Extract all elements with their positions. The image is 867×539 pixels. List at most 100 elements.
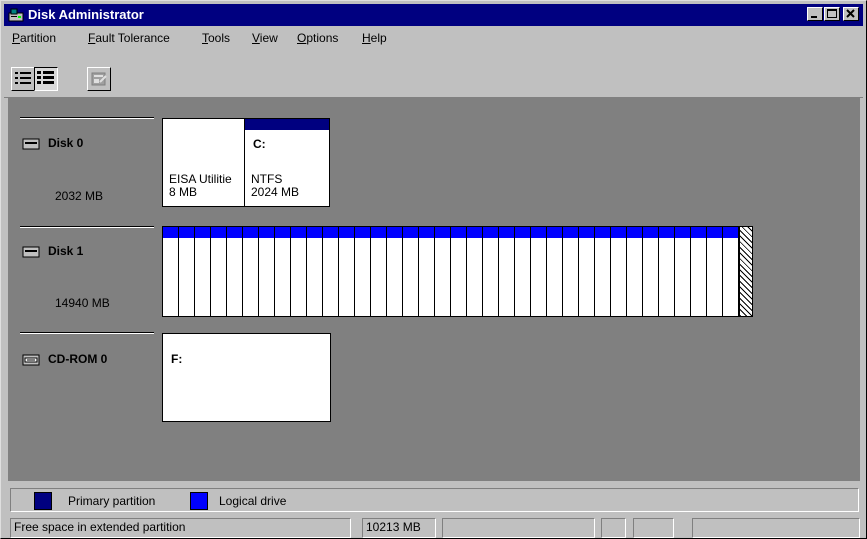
logical-drive-bar <box>339 227 354 238</box>
logical-drive-cell[interactable] <box>659 227 675 316</box>
menu-help[interactable]: Help <box>362 31 387 45</box>
hard-disk-icon <box>22 246 40 258</box>
logical-drive-bar <box>371 227 386 238</box>
logical-drive-bar <box>387 227 402 238</box>
logical-drive-cell[interactable] <box>611 227 627 316</box>
logical-drive-cell[interactable] <box>355 227 371 316</box>
logical-drive-cell[interactable] <box>707 227 723 316</box>
status-description: Free space in extended partition <box>10 518 351 538</box>
properties-button[interactable] <box>87 67 111 91</box>
logical-drive-bar <box>355 227 370 238</box>
logical-drive-cell[interactable] <box>259 227 275 316</box>
close-button[interactable] <box>843 7 859 21</box>
menu-fault-tolerance[interactable]: Fault Tolerance <box>88 31 170 45</box>
logical-drive-bar <box>163 227 178 238</box>
logical-drive-bar <box>291 227 306 238</box>
logical-drive-cell[interactable] <box>163 227 179 316</box>
status-cell-5 <box>633 518 674 538</box>
disk-configuration-view-button[interactable] <box>34 67 58 91</box>
logical-drive-cell[interactable] <box>451 227 467 316</box>
logical-drive-bar <box>563 227 578 238</box>
logical-drive-bar <box>595 227 610 238</box>
logical-drive-cell[interactable] <box>275 227 291 316</box>
status-size: 10213 MB <box>362 518 436 538</box>
disk-1-partition-strip[interactable] <box>162 226 753 317</box>
logical-drive-cell[interactable] <box>387 227 403 316</box>
logical-drive-bar <box>723 227 738 238</box>
primary-partition-label: Primary partition <box>68 494 156 508</box>
logical-drive-cell[interactable] <box>371 227 387 316</box>
logical-drive-cell[interactable] <box>563 227 579 316</box>
logical-drive-cell[interactable] <box>531 227 547 316</box>
disk-administrator-app-icon[interactable] <box>8 7 24 23</box>
partition-eisa-utilities[interactable]: EISA Utilitie 8 MB <box>162 118 245 207</box>
volumes-view-icon <box>15 72 31 84</box>
toolbar <box>4 48 863 98</box>
logical-drive-cell[interactable] <box>339 227 355 316</box>
logical-drive-cell[interactable] <box>291 227 307 316</box>
logical-drive-cell[interactable] <box>467 227 483 316</box>
logical-drive-bar <box>323 227 338 238</box>
volumes-view-button[interactable] <box>11 67 35 91</box>
disk-administrator-window: Disk Administrator Partition Fault Toler… <box>0 0 867 539</box>
menu-tools[interactable]: Tools <box>202 31 230 45</box>
menu-partition[interactable]: Partition <box>12 31 56 45</box>
logical-drive-bar <box>579 227 594 238</box>
logical-drive-cell[interactable] <box>403 227 419 316</box>
logical-drive-cell[interactable] <box>723 227 739 316</box>
maximize-button[interactable] <box>824 7 840 21</box>
logical-drive-bar <box>195 227 210 238</box>
disk-config-view-icon <box>37 71 54 84</box>
logical-drive-cell[interactable] <box>179 227 195 316</box>
logical-drive-bar <box>419 227 434 238</box>
logical-drive-cell[interactable] <box>211 227 227 316</box>
logical-drive-bar <box>483 227 498 238</box>
minimize-button[interactable] <box>807 7 823 21</box>
logical-drive-cell[interactable] <box>419 227 435 316</box>
logical-drive-cell[interactable] <box>515 227 531 316</box>
cdrom-icon <box>22 354 40 366</box>
disk-configuration-area[interactable]: Disk 0 2032 MB EISA Utilitie 8 MB C: NTF… <box>8 98 860 481</box>
logical-drive-bar <box>435 227 450 238</box>
logical-drive-bar <box>659 227 674 238</box>
logical-drive-cell[interactable] <box>323 227 339 316</box>
logical-drive-cell[interactable] <box>547 227 563 316</box>
logical-drive-cell[interactable] <box>307 227 323 316</box>
close-icon <box>846 9 855 18</box>
logical-drive-bar <box>307 227 322 238</box>
logical-drive-bar <box>691 227 706 238</box>
partition-c-drive[interactable]: C: NTFS 2024 MB <box>244 118 330 207</box>
logical-drive-bar <box>611 227 626 238</box>
logical-drive-bar <box>547 227 562 238</box>
maximize-icon <box>827 9 837 18</box>
logical-drive-cell[interactable] <box>595 227 611 316</box>
status-cell-3 <box>442 518 595 538</box>
disk-separator <box>20 332 154 334</box>
logical-drive-cell[interactable] <box>499 227 515 316</box>
logical-drive-cell[interactable] <box>483 227 499 316</box>
logical-drive-bar <box>211 227 226 238</box>
logical-drive-cell[interactable] <box>435 227 451 316</box>
disk-1-name: Disk 1 <box>48 244 84 258</box>
legend: Primary partition Logical drive <box>10 488 859 512</box>
status-cell-6 <box>692 518 860 538</box>
logical-drive-cell[interactable] <box>227 227 243 316</box>
logical-drive-bar <box>275 227 290 238</box>
logical-drive-cell[interactable] <box>675 227 691 316</box>
logical-drive-cell[interactable] <box>579 227 595 316</box>
logical-drive-cell[interactable] <box>643 227 659 316</box>
hard-disk-icon <box>22 138 40 150</box>
logical-drive-cell[interactable] <box>243 227 259 316</box>
free-space-hatched[interactable] <box>739 227 752 316</box>
menu-view[interactable]: View <box>252 31 278 45</box>
logical-drive-cell[interactable] <box>627 227 643 316</box>
logical-drive-cell[interactable] <box>691 227 707 316</box>
disk-separator <box>20 226 154 228</box>
partition-f-drive[interactable]: F: <box>162 333 331 422</box>
logical-drive-cell[interactable] <box>195 227 211 316</box>
logical-drive-bar <box>451 227 466 238</box>
logical-drive-bar <box>227 227 242 238</box>
logical-drive-bar <box>515 227 530 238</box>
title-bar[interactable]: Disk Administrator <box>4 4 863 26</box>
menu-options[interactable]: Options <box>297 31 338 45</box>
